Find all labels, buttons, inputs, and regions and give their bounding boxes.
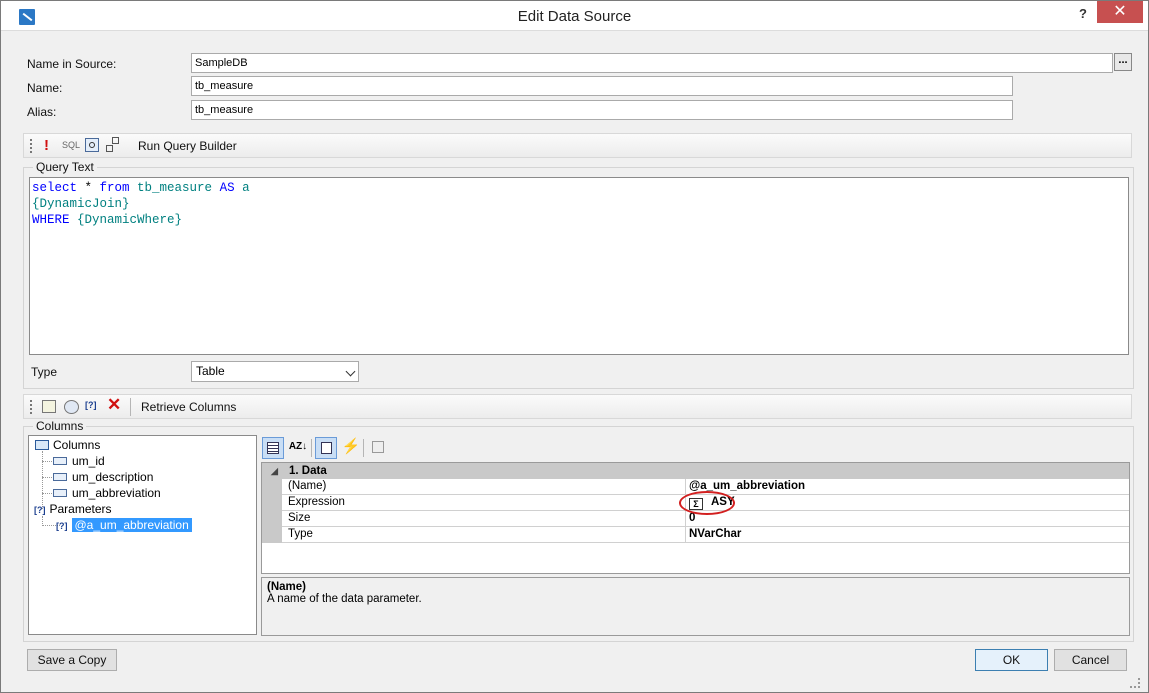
close-button[interactable]: ✕	[1097, 1, 1143, 23]
save-a-copy-button[interactable]: Save a Copy	[27, 649, 117, 671]
query-editor[interactable]: select * from tb_measure AS a {DynamicJo…	[29, 177, 1129, 355]
exclamation-icon[interactable]: !	[44, 137, 49, 154]
tree-line	[42, 477, 52, 478]
property-grid-toolbar: AZ↓ ⚡	[261, 435, 1130, 462]
columns-toolbar: [?] ✕ Retrieve Columns	[23, 394, 1132, 419]
tree-line	[42, 461, 52, 462]
query-toolbar: ! SQL Run Query Builder	[23, 133, 1132, 158]
alphabetical-icon[interactable]: AZ↓	[287, 437, 309, 459]
property-description: (Name) A name of the data parameter.	[261, 577, 1130, 636]
tree-node-label: um_id	[72, 454, 105, 468]
browse-button[interactable]: ...	[1114, 53, 1132, 71]
retrieve-columns-button[interactable]: Retrieve Columns	[141, 400, 236, 414]
sql-keyword: AS	[219, 181, 235, 195]
columns-group-title: Columns	[33, 419, 87, 433]
tree-node-label: Parameters	[49, 502, 112, 516]
property-grid: ◢ 1. Data (Name) @a_um_abbreviation Expr…	[261, 462, 1130, 574]
annotation-ellipse	[679, 491, 735, 515]
name-field[interactable]: tb_measure	[191, 76, 1013, 96]
sql-keyword: select	[32, 181, 78, 195]
property-value: NVarChar	[689, 528, 742, 540]
tree-node-column[interactable]: um_id	[53, 453, 105, 469]
property-category-label: 1. Data	[289, 465, 327, 477]
query-line-2: {DynamicJoin}	[32, 197, 130, 211]
properties-button[interactable]	[315, 437, 337, 459]
ok-button[interactable]: OK	[975, 649, 1048, 671]
query-line-1: select * from tb_measure AS a	[32, 180, 1126, 196]
property-row[interactable]: Type NVarChar	[282, 527, 1129, 543]
toolbar-separator	[363, 439, 364, 457]
column-icon	[53, 489, 67, 497]
sql-icon[interactable]: SQL	[62, 140, 80, 150]
chevron-down-icon	[345, 366, 356, 377]
parameter-icon: [?]	[56, 521, 68, 531]
property-pages-icon[interactable]	[367, 437, 389, 459]
tree-node-label: Columns	[53, 438, 101, 452]
property-divider	[685, 511, 686, 526]
categorized-button[interactable]	[262, 437, 284, 459]
title-bar: Edit Data Source ? ✕	[1, 1, 1148, 31]
toolbar-separator	[311, 439, 312, 457]
toolbar-grip[interactable]	[30, 400, 33, 414]
alias-label: Alias:	[27, 105, 57, 119]
tree-node-columns[interactable]: Columns	[35, 437, 100, 453]
events-lightning-icon[interactable]: ⚡	[340, 437, 362, 459]
cancel-button[interactable]: Cancel	[1054, 649, 1127, 671]
new-parameter-icon[interactable]: [?]	[85, 400, 97, 410]
help-button[interactable]: ?	[1077, 6, 1089, 21]
property-name: (Name)	[288, 480, 327, 492]
column-icon	[53, 457, 67, 465]
type-label: Type	[31, 365, 58, 379]
sql-text: {DynamicWhere}	[69, 213, 183, 227]
property-divider	[685, 479, 686, 494]
sql-text: tb_measure	[129, 181, 220, 195]
toolbar-grip[interactable]	[30, 139, 33, 153]
name-in-source-label: Name in Source:	[27, 57, 117, 71]
collapse-triangle-icon[interactable]: ◢	[271, 463, 278, 479]
run-query-builder-button[interactable]: Run Query Builder	[138, 139, 237, 153]
delete-icon[interactable]: ✕	[107, 395, 121, 415]
columns-tree[interactable]: Columns um_id um_description um_abbrevia…	[28, 435, 257, 635]
sql-keyword: from	[99, 181, 130, 195]
property-category[interactable]: ◢ 1. Data	[262, 463, 1129, 479]
tree-node-column[interactable]: um_abbreviation	[53, 485, 161, 501]
edit-data-source-window: Edit Data Source ? ✕ Name in Source: Sam…	[0, 0, 1149, 693]
new-column-icon[interactable]	[42, 400, 56, 413]
resize-grip-icon[interactable]	[1130, 678, 1140, 688]
tree-node-parameters[interactable]: [?] Parameters	[34, 501, 112, 517]
type-select-value: Table	[196, 364, 225, 378]
parameter-icon: [?]	[34, 505, 46, 515]
sql-text: a	[234, 181, 250, 195]
toolbar-separator	[130, 398, 131, 416]
type-select[interactable]: Table	[191, 361, 359, 382]
query-line-3: WHERE {DynamicWhere}	[32, 212, 1126, 228]
sql-text: *	[77, 181, 100, 195]
description-text: A name of the data parameter.	[267, 593, 422, 605]
name-label: Name:	[27, 81, 63, 95]
alias-field[interactable]: tb_measure	[191, 100, 1013, 120]
window-title: Edit Data Source	[517, 8, 632, 25]
property-name: Expression	[288, 496, 345, 508]
tree-line	[42, 493, 52, 494]
name-in-source-field[interactable]: SampleDB	[191, 53, 1113, 73]
table-icon	[35, 440, 49, 450]
property-divider	[685, 527, 686, 542]
tree-node-label: um_abbreviation	[72, 486, 161, 500]
column-icon	[53, 473, 67, 481]
description-title: (Name)	[267, 581, 306, 593]
query-preview-icon[interactable]	[85, 138, 99, 152]
tree-node-column[interactable]: um_description	[53, 469, 153, 485]
tree-node-label: um_description	[72, 470, 154, 484]
edit-icon[interactable]	[64, 400, 79, 414]
sql-keyword: WHERE	[32, 213, 70, 227]
property-name: Type	[288, 528, 313, 540]
query-builder-icon[interactable]	[106, 137, 122, 153]
tree-node-parameter[interactable]: [?] @a_um_abbreviation	[56, 517, 192, 533]
query-text-title: Query Text	[33, 160, 97, 174]
tree-node-label-selected: @a_um_abbreviation	[71, 518, 192, 532]
property-name: Size	[288, 512, 311, 524]
